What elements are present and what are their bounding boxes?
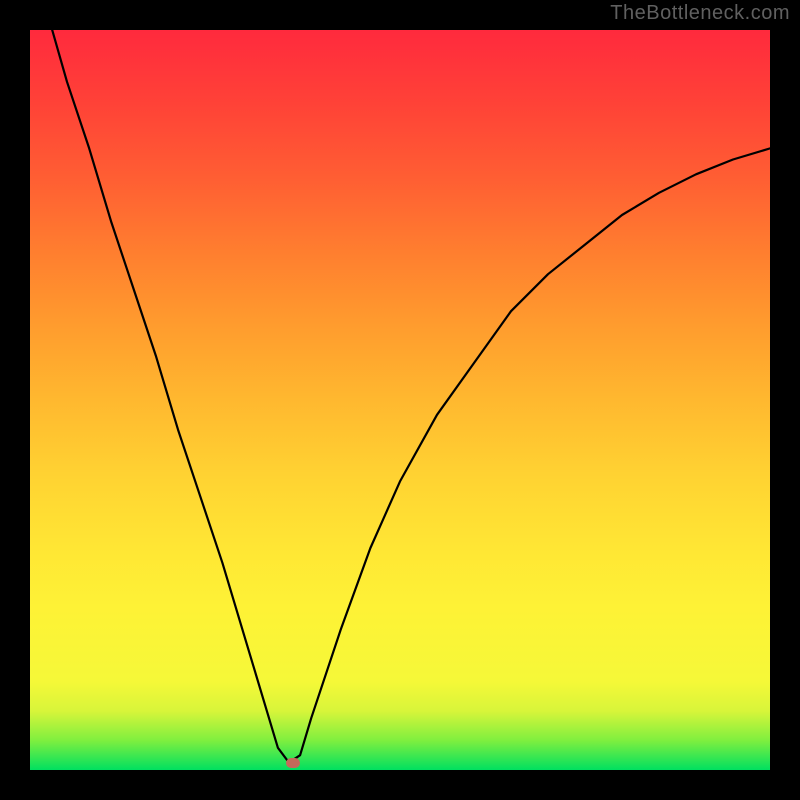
minimum-point-marker: [286, 758, 300, 768]
chart-svg: [30, 30, 770, 770]
bottleneck-curve: [52, 30, 770, 763]
watermark-text: TheBottleneck.com: [610, 2, 790, 25]
plot-area: [30, 30, 770, 770]
